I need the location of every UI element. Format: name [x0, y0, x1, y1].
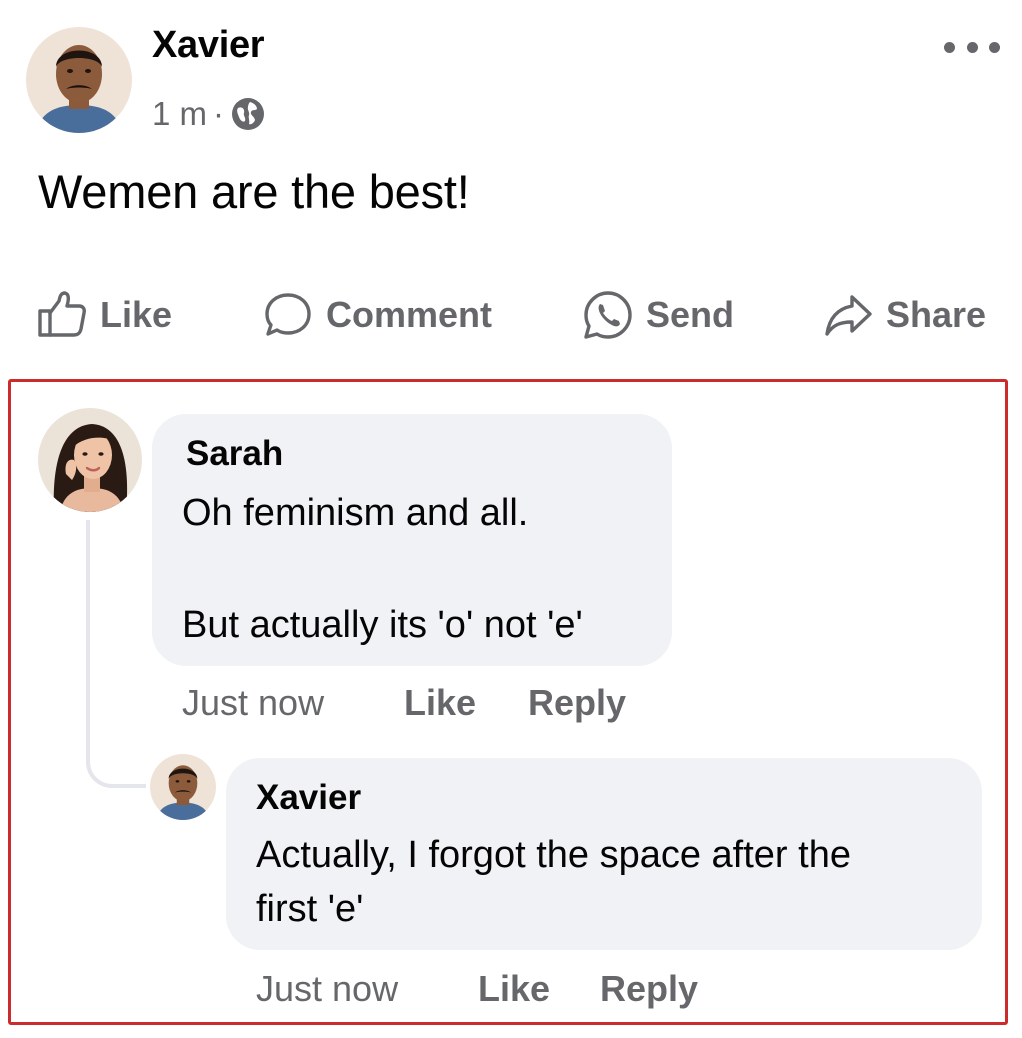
reply-text-line: first 'e'	[256, 888, 364, 930]
comment-reply-button[interactable]: Reply	[528, 682, 626, 724]
comment-bubble: Sarah Oh feminism and all. But actually …	[152, 414, 672, 666]
share-label: Share	[886, 294, 987, 335]
comment-time[interactable]: Just now	[182, 682, 324, 724]
reply-time[interactable]: Just now	[256, 968, 398, 1010]
share-icon	[825, 295, 872, 336]
reply-author[interactable]: Xavier	[256, 778, 361, 818]
more-options-icon[interactable]	[944, 30, 1000, 64]
post-meta: 1 m ·	[152, 92, 266, 136]
comment-author[interactable]: Sarah	[186, 434, 283, 474]
post-text: Wemen are the best!	[38, 165, 470, 218]
reply-text-line: Actually, I forgot the space after the	[256, 834, 851, 876]
globe-icon[interactable]	[230, 96, 266, 132]
comment-button[interactable]: Comment	[262, 284, 492, 346]
share-button[interactable]: Share	[822, 284, 986, 346]
author-name[interactable]: Xavier	[152, 24, 265, 67]
send-label: Send	[646, 294, 735, 335]
comment-icon	[265, 293, 311, 336]
reply-reply-button[interactable]: Reply	[600, 968, 698, 1010]
comment-like-button[interactable]: Like	[404, 682, 476, 724]
reply-thread-line	[86, 520, 146, 788]
meta-separator: ·	[213, 95, 225, 132]
reply-bubble: Xavier Actually, I forgot the space afte…	[226, 758, 982, 950]
thumbs-up-icon	[38, 291, 86, 337]
comment-text-line: Oh feminism and all.	[182, 492, 529, 534]
more-dot	[944, 41, 955, 53]
comment-label: Comment	[326, 294, 493, 335]
commenter-avatar-sarah[interactable]	[38, 408, 142, 512]
commenter-avatar-xavier[interactable]	[150, 754, 216, 820]
reply-like-button[interactable]: Like	[478, 968, 550, 1010]
comment-text-line: But actually its 'o' not 'e'	[182, 604, 583, 646]
more-dot	[989, 41, 1000, 53]
more-dot	[966, 41, 978, 53]
like-label: Like	[100, 294, 173, 335]
whatsapp-icon	[584, 291, 632, 339]
post-time[interactable]: 1 m	[152, 95, 207, 133]
send-button[interactable]: Send	[582, 284, 734, 346]
author-avatar[interactable]	[26, 27, 132, 133]
like-button[interactable]: Like	[36, 284, 172, 346]
